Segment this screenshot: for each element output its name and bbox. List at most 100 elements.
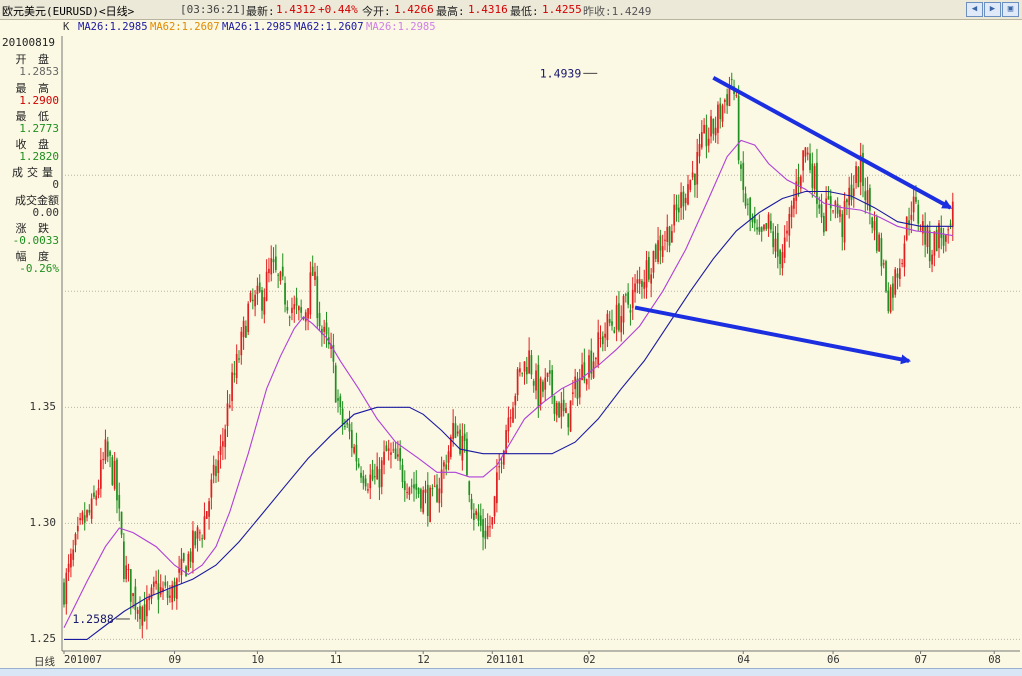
candle-body <box>346 422 349 425</box>
candle-body <box>74 534 77 546</box>
candle-body <box>852 188 855 196</box>
candle-body <box>261 290 263 311</box>
candle-body <box>677 207 680 213</box>
candle-body <box>424 489 427 493</box>
candle-body <box>703 124 705 134</box>
candle-body <box>463 433 466 442</box>
candle-body <box>215 466 217 477</box>
candle-body <box>175 578 178 599</box>
annotation-label: 1.4939 <box>540 66 582 80</box>
candle-body <box>325 322 328 335</box>
candle-body <box>371 469 374 480</box>
candle-body <box>226 403 229 427</box>
candle-body <box>857 167 860 188</box>
candle-body <box>903 243 906 268</box>
candle-body <box>222 441 224 447</box>
candle-body <box>323 326 326 332</box>
candle-body <box>546 372 549 378</box>
candle-body <box>595 358 597 360</box>
candle-body <box>797 176 800 185</box>
candle-body <box>198 532 201 534</box>
candle-body <box>339 396 342 408</box>
candle-body <box>235 353 238 379</box>
candle-body <box>436 484 438 502</box>
candle-body <box>258 282 261 292</box>
candle-body <box>238 358 240 360</box>
candle-body <box>717 104 719 133</box>
trend-line-layer <box>634 76 953 365</box>
candle-body <box>155 580 157 584</box>
candle-body <box>535 370 537 391</box>
candle-body <box>740 164 742 169</box>
candle-body <box>493 496 496 517</box>
candle-body <box>291 307 293 314</box>
candle-body <box>408 487 411 495</box>
candle-body <box>765 223 768 230</box>
candle-body <box>355 444 358 462</box>
candle-body <box>839 209 841 217</box>
candle-body <box>293 304 296 310</box>
candle-body <box>413 484 415 489</box>
candle-body <box>746 203 749 205</box>
candle-body <box>532 380 535 386</box>
candle-body <box>279 271 282 282</box>
candle-body <box>848 187 851 206</box>
candle-body <box>684 197 687 204</box>
candle-body <box>210 479 213 498</box>
candle-body <box>793 197 795 209</box>
candle-body <box>788 214 791 236</box>
candle-body <box>525 367 528 375</box>
candle-body <box>774 238 777 252</box>
candle-body <box>668 226 671 246</box>
candle-body <box>461 435 464 461</box>
candle-body <box>376 466 379 480</box>
y-tick-label: 1.30 <box>29 516 57 530</box>
candle-body <box>304 312 307 322</box>
candle-body <box>286 307 289 311</box>
candle-body <box>680 192 682 208</box>
candle-body <box>297 306 300 311</box>
candle-body <box>700 132 703 148</box>
candle-body <box>265 271 268 301</box>
candle-body <box>217 460 220 473</box>
candle-body <box>832 210 834 212</box>
candle-body <box>634 283 636 293</box>
candle-body <box>783 237 786 258</box>
candle-body <box>360 472 362 478</box>
candle-body <box>643 281 646 289</box>
candle-body <box>311 266 314 276</box>
candle-body <box>917 204 920 224</box>
candle-body <box>270 258 273 275</box>
candle-body <box>383 451 385 465</box>
x-tick-label: 02 <box>582 654 596 666</box>
candle-body <box>855 166 857 183</box>
candle-body <box>403 481 406 491</box>
y-tick-label: 1.35 <box>29 400 57 414</box>
candle-body <box>394 448 397 459</box>
candle-body <box>314 271 316 280</box>
candlestick-chart[interactable]: 1.4939 1.2588 <box>0 0 1022 675</box>
candle-body <box>300 307 303 313</box>
candle-body <box>406 491 408 493</box>
candle-body <box>539 378 542 406</box>
candle-body <box>274 256 277 270</box>
candle-body <box>710 116 712 137</box>
candle-body <box>118 494 121 509</box>
candle-body <box>875 217 878 251</box>
candle-body <box>528 350 530 374</box>
x-tick-label: 201007 <box>64 654 102 666</box>
candle-body <box>378 469 381 488</box>
candle-body <box>387 448 390 451</box>
candle-body <box>675 204 678 211</box>
candle-body <box>641 280 643 287</box>
candle-body <box>682 191 685 207</box>
candle-body <box>583 362 586 381</box>
candle-body <box>245 325 247 338</box>
candle-body <box>841 213 844 238</box>
candle-body <box>496 472 498 504</box>
candle-body <box>931 254 933 265</box>
candle-body <box>915 197 917 202</box>
candle-body <box>390 452 392 455</box>
candle-body <box>470 498 473 510</box>
candle-body <box>572 392 574 394</box>
